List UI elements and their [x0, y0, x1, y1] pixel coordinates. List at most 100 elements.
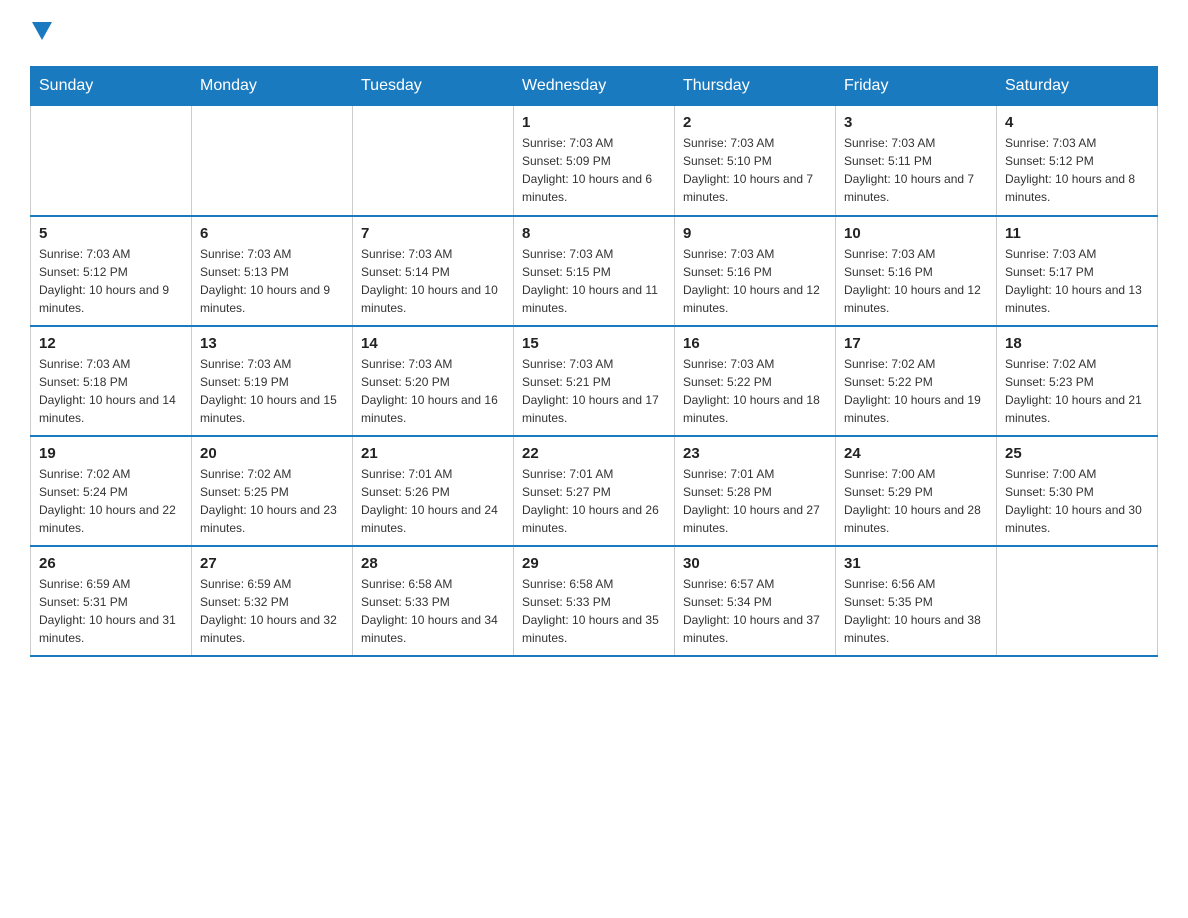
calendar-cell: 28Sunrise: 6:58 AMSunset: 5:33 PMDayligh… — [353, 546, 514, 656]
page-header — [30, 20, 1158, 46]
day-info: Sunrise: 7:03 AMSunset: 5:10 PMDaylight:… — [683, 134, 827, 206]
day-info: Sunrise: 7:03 AMSunset: 5:09 PMDaylight:… — [522, 134, 666, 206]
day-info: Sunrise: 6:57 AMSunset: 5:34 PMDaylight:… — [683, 575, 827, 647]
day-info: Sunrise: 7:02 AMSunset: 5:25 PMDaylight:… — [200, 465, 344, 537]
day-number: 29 — [522, 555, 666, 572]
calendar-week-row: 12Sunrise: 7:03 AMSunset: 5:18 PMDayligh… — [31, 326, 1158, 436]
day-number: 9 — [683, 225, 827, 242]
calendar-cell: 23 Sunrise: 7:01 AMSunset: 5:28 PMDayligh… — [675, 436, 836, 546]
calendar-cell: 12Sunrise: 7:03 AMSunset: 5:18 PMDayligh… — [31, 326, 192, 436]
day-number: 23 — [683, 445, 827, 462]
day-number: 21 — [361, 445, 505, 462]
calendar-cell: 24Sunrise: 7:00 AMSunset: 5:29 PMDayligh… — [836, 436, 997, 546]
day-info: Sunrise: 7:00 AMSunset: 5:30 PMDaylight:… — [1005, 465, 1149, 537]
logo-triangle-icon — [32, 22, 52, 42]
day-info: Sunrise: 7:03 AMSunset: 5:13 PMDaylight:… — [200, 245, 344, 317]
day-info: Sunrise: 7:03 AMSunset: 5:12 PMDaylight:… — [39, 245, 183, 317]
day-number: 6 — [200, 225, 344, 242]
weekday-header-thursday: Thursday — [675, 67, 836, 106]
day-info: Sunrise: 7:03 AMSunset: 5:12 PMDaylight:… — [1005, 134, 1149, 206]
day-info: Sunrise: 7:03 AMSunset: 5:15 PMDaylight:… — [522, 245, 666, 317]
calendar-table: SundayMondayTuesdayWednesdayThursdayFrid… — [30, 66, 1158, 657]
day-number: 16 — [683, 335, 827, 352]
day-info: Sunrise: 6:58 AMSunset: 5:33 PMDaylight:… — [522, 575, 666, 647]
day-info: Sunrise: 7:03 AMSunset: 5:16 PMDaylight:… — [844, 245, 988, 317]
day-number: 25 — [1005, 445, 1149, 462]
day-number: 7 — [361, 225, 505, 242]
weekday-header-monday: Monday — [192, 67, 353, 106]
calendar-cell: 22 Sunrise: 7:01 AMSunset: 5:27 PMDayligh… — [514, 436, 675, 546]
calendar-cell — [353, 106, 514, 216]
day-number: 8 — [522, 225, 666, 242]
calendar-cell: 5 Sunrise: 7:03 AMSunset: 5:12 PMDaylight… — [31, 216, 192, 326]
weekday-header-tuesday: Tuesday — [353, 67, 514, 106]
day-number: 10 — [844, 225, 988, 242]
day-number: 20 — [200, 445, 344, 462]
calendar-cell: 1Sunrise: 7:03 AMSunset: 5:09 PMDaylight… — [514, 106, 675, 216]
calendar-week-row: 26 Sunrise: 6:59 AMSunset: 5:31 PMDayligh… — [31, 546, 1158, 656]
calendar-body: 1Sunrise: 7:03 AMSunset: 5:09 PMDaylight… — [31, 106, 1158, 656]
day-info: Sunrise: 6:56 AMSunset: 5:35 PMDaylight:… — [844, 575, 988, 647]
day-info: Sunrise: 7:01 AMSunset: 5:28 PMDaylight:… — [683, 465, 827, 537]
calendar-cell: 13 Sunrise: 7:03 AMSunset: 5:19 PMDayligh… — [192, 326, 353, 436]
calendar-cell: 10 Sunrise: 7:03 AMSunset: 5:16 PMDayligh… — [836, 216, 997, 326]
calendar-week-row: 1Sunrise: 7:03 AMSunset: 5:09 PMDaylight… — [31, 106, 1158, 216]
calendar-cell: 9 Sunrise: 7:03 AMSunset: 5:16 PMDaylight… — [675, 216, 836, 326]
day-info: Sunrise: 7:02 AMSunset: 5:23 PMDaylight:… — [1005, 355, 1149, 427]
calendar-cell: 19 Sunrise: 7:02 AMSunset: 5:24 PMDayligh… — [31, 436, 192, 546]
calendar-cell: 2Sunrise: 7:03 AMSunset: 5:10 PMDaylight… — [675, 106, 836, 216]
calendar-cell — [192, 106, 353, 216]
calendar-cell: 3 Sunrise: 7:03 AMSunset: 5:11 PMDaylight… — [836, 106, 997, 216]
day-number: 5 — [39, 225, 183, 242]
calendar-cell: 15Sunrise: 7:03 AMSunset: 5:21 PMDayligh… — [514, 326, 675, 436]
calendar-cell: 14 Sunrise: 7:03 AMSunset: 5:20 PMDayligh… — [353, 326, 514, 436]
day-info: Sunrise: 7:01 AMSunset: 5:27 PMDaylight:… — [522, 465, 666, 537]
weekday-header-friday: Friday — [836, 67, 997, 106]
calendar-cell: 30 Sunrise: 6:57 AMSunset: 5:34 PMDayligh… — [675, 546, 836, 656]
day-info: Sunrise: 7:03 AMSunset: 5:16 PMDaylight:… — [683, 245, 827, 317]
calendar-cell: 11Sunrise: 7:03 AMSunset: 5:17 PMDayligh… — [997, 216, 1158, 326]
calendar-cell: 20 Sunrise: 7:02 AMSunset: 5:25 PMDayligh… — [192, 436, 353, 546]
logo-block — [30, 20, 52, 46]
day-info: Sunrise: 7:02 AMSunset: 5:24 PMDaylight:… — [39, 465, 183, 537]
day-number: 27 — [200, 555, 344, 572]
day-info: Sunrise: 7:03 AMSunset: 5:11 PMDaylight:… — [844, 134, 988, 206]
day-number: 22 — [522, 445, 666, 462]
weekday-header-row: SundayMondayTuesdayWednesdayThursdayFrid… — [31, 67, 1158, 106]
day-info: Sunrise: 6:59 AMSunset: 5:32 PMDaylight:… — [200, 575, 344, 647]
calendar-cell: 8 Sunrise: 7:03 AMSunset: 5:15 PMDaylight… — [514, 216, 675, 326]
day-number: 12 — [39, 335, 183, 352]
day-number: 19 — [39, 445, 183, 462]
calendar-cell — [31, 106, 192, 216]
calendar-header: SundayMondayTuesdayWednesdayThursdayFrid… — [31, 67, 1158, 106]
day-number: 26 — [39, 555, 183, 572]
day-info: Sunrise: 7:03 AMSunset: 5:19 PMDaylight:… — [200, 355, 344, 427]
day-info: Sunrise: 7:00 AMSunset: 5:29 PMDaylight:… — [844, 465, 988, 537]
day-number: 18 — [1005, 335, 1149, 352]
day-number: 3 — [844, 114, 988, 131]
day-info: Sunrise: 6:59 AMSunset: 5:31 PMDaylight:… — [39, 575, 183, 647]
day-number: 30 — [683, 555, 827, 572]
day-info: Sunrise: 7:03 AMSunset: 5:14 PMDaylight:… — [361, 245, 505, 317]
calendar-cell: 4 Sunrise: 7:03 AMSunset: 5:12 PMDaylight… — [997, 106, 1158, 216]
calendar-cell: 18 Sunrise: 7:02 AMSunset: 5:23 PMDayligh… — [997, 326, 1158, 436]
day-number: 14 — [361, 335, 505, 352]
calendar-cell: 29 Sunrise: 6:58 AMSunset: 5:33 PMDayligh… — [514, 546, 675, 656]
calendar-cell: 31Sunrise: 6:56 AMSunset: 5:35 PMDayligh… — [836, 546, 997, 656]
calendar-cell: 27 Sunrise: 6:59 AMSunset: 5:32 PMDayligh… — [192, 546, 353, 656]
logo — [30, 20, 52, 46]
day-info: Sunrise: 7:03 AMSunset: 5:20 PMDaylight:… — [361, 355, 505, 427]
weekday-header-wednesday: Wednesday — [514, 67, 675, 106]
day-number: 11 — [1005, 225, 1149, 242]
calendar-cell: 7 Sunrise: 7:03 AMSunset: 5:14 PMDaylight… — [353, 216, 514, 326]
day-number: 4 — [1005, 114, 1149, 131]
day-number: 13 — [200, 335, 344, 352]
calendar-cell: 16 Sunrise: 7:03 AMSunset: 5:22 PMDayligh… — [675, 326, 836, 436]
day-number: 17 — [844, 335, 988, 352]
day-info: Sunrise: 7:01 AMSunset: 5:26 PMDaylight:… — [361, 465, 505, 537]
weekday-header-sunday: Sunday — [31, 67, 192, 106]
calendar-week-row: 19 Sunrise: 7:02 AMSunset: 5:24 PMDayligh… — [31, 436, 1158, 546]
calendar-cell: 26 Sunrise: 6:59 AMSunset: 5:31 PMDayligh… — [31, 546, 192, 656]
day-info: Sunrise: 6:58 AMSunset: 5:33 PMDaylight:… — [361, 575, 505, 647]
day-info: Sunrise: 7:03 AMSunset: 5:22 PMDaylight:… — [683, 355, 827, 427]
